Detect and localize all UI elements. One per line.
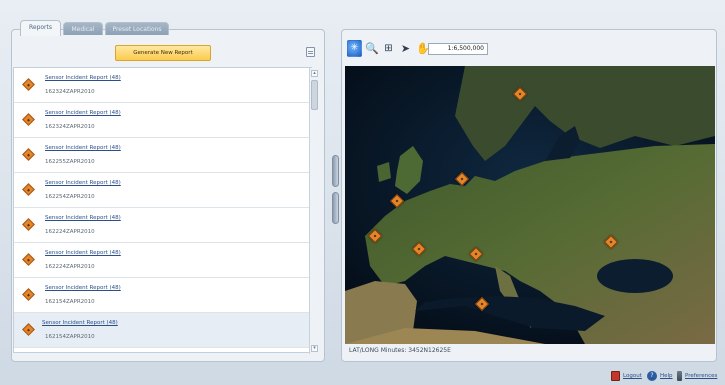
help-label: Help — [660, 373, 673, 379]
list-item[interactable]: Sensor Incident Report (48) 162154ZAPR20… — [14, 278, 310, 313]
report-title-link[interactable]: Sensor Incident Report (48) — [42, 320, 118, 326]
scroll-thumb[interactable] — [311, 80, 318, 110]
report-dtg: 162154ZAPR2010 — [45, 334, 95, 340]
list-item[interactable]: Sensor Incident Report (48) 162324ZAPR20… — [14, 68, 310, 103]
incident-icon — [22, 288, 35, 301]
map-view[interactable] — [345, 66, 715, 344]
list-item[interactable]: Sensor Incident Report (48) 162224ZAPR20… — [14, 208, 310, 243]
report-title-link[interactable]: Sensor Incident Report (48) — [45, 110, 121, 116]
report-title-link[interactable]: Sensor Incident Report (48) — [45, 145, 121, 151]
list-item[interactable]: Sensor Incident Report (48) 162324ZAPR20… — [14, 103, 310, 138]
report-dtg: 162255ZAPR2010 — [45, 159, 95, 165]
pointer-icon[interactable]: ➤ — [398, 40, 413, 57]
scroll-up-icon[interactable]: ▴ — [311, 70, 318, 77]
logout-label: Logout — [623, 373, 642, 379]
generate-new-report-button[interactable]: Generate New Report — [115, 45, 211, 61]
zoom-icon[interactable]: 🔍 — [364, 40, 379, 57]
list-item[interactable]: Sensor Incident Report (48) 162255ZAPR20… — [14, 138, 310, 173]
report-title-link[interactable]: Sensor Incident Report (48) — [45, 180, 121, 186]
report-title-link[interactable]: Sensor Incident Report (48) — [45, 250, 121, 256]
report-title-link[interactable]: Sensor Incident Report (48) — [45, 75, 121, 81]
list-item[interactable]: Sensor Incident Report (48) 162154ZAPR20… — [14, 313, 310, 348]
incident-icon — [22, 78, 35, 91]
report-dtg: 162324ZAPR2010 — [45, 124, 95, 130]
incident-icon — [22, 323, 35, 336]
preferences-label: Preferences — [685, 373, 718, 379]
help-icon: ? — [647, 371, 657, 381]
list-item[interactable]: Sensor Incident Report (48) 162224ZAPR20… — [14, 243, 310, 278]
report-dtg: 162254ZAPR2010 — [45, 194, 95, 200]
preferences-link[interactable]: Preferences — [677, 370, 717, 382]
report-dtg: 162324ZAPR2010 — [45, 89, 95, 95]
incident-icon — [22, 148, 35, 161]
splitter-grip-bottom[interactable] — [332, 192, 339, 224]
report-dtg: 162154ZAPR2010 — [45, 299, 95, 305]
export-icon[interactable] — [306, 47, 315, 57]
logout-link[interactable]: Logout — [611, 370, 642, 382]
incident-icon — [22, 253, 35, 266]
help-link[interactable]: ? Help — [647, 370, 673, 382]
splitter-grip-top[interactable] — [332, 155, 339, 187]
map-scale-field[interactable]: 1:6,500,000 — [428, 43, 488, 55]
incident-icon — [22, 183, 35, 196]
coordinate-readout: LAT/LONG Minutes: 3452N12625E — [345, 344, 715, 358]
report-list: Sensor Incident Report (48) 162324ZAPR20… — [13, 67, 312, 353]
globe-icon[interactable]: ✳ — [347, 40, 362, 57]
panel-splitter[interactable] — [327, 0, 339, 365]
reports-toolbar: Generate New Report — [11, 30, 325, 66]
incident-icon — [22, 218, 35, 231]
incident-icon — [22, 113, 35, 126]
report-dtg: 162224ZAPR2010 — [45, 264, 95, 270]
scroll-down-icon[interactable]: ▾ — [311, 345, 318, 352]
preferences-icon — [677, 371, 682, 381]
report-title-link[interactable]: Sensor Incident Report (48) — [45, 285, 121, 291]
logout-icon — [611, 371, 620, 381]
layers-icon[interactable]: ⊞ — [381, 40, 396, 57]
list-item[interactable]: Sensor Incident Report (48) 162254ZAPR20… — [14, 173, 310, 208]
report-list-scrollbar[interactable]: ▴ ▾ — [309, 68, 318, 354]
report-title-link[interactable]: Sensor Incident Report (48) — [45, 215, 121, 221]
satellite-map — [345, 66, 715, 344]
map-toolbar: ✳ 🔍 ⊞ ➤ ✋ — [347, 40, 432, 58]
footer-bar: Logout ? Help Preferences — [0, 365, 725, 385]
report-dtg: 162224ZAPR2010 — [45, 229, 95, 235]
